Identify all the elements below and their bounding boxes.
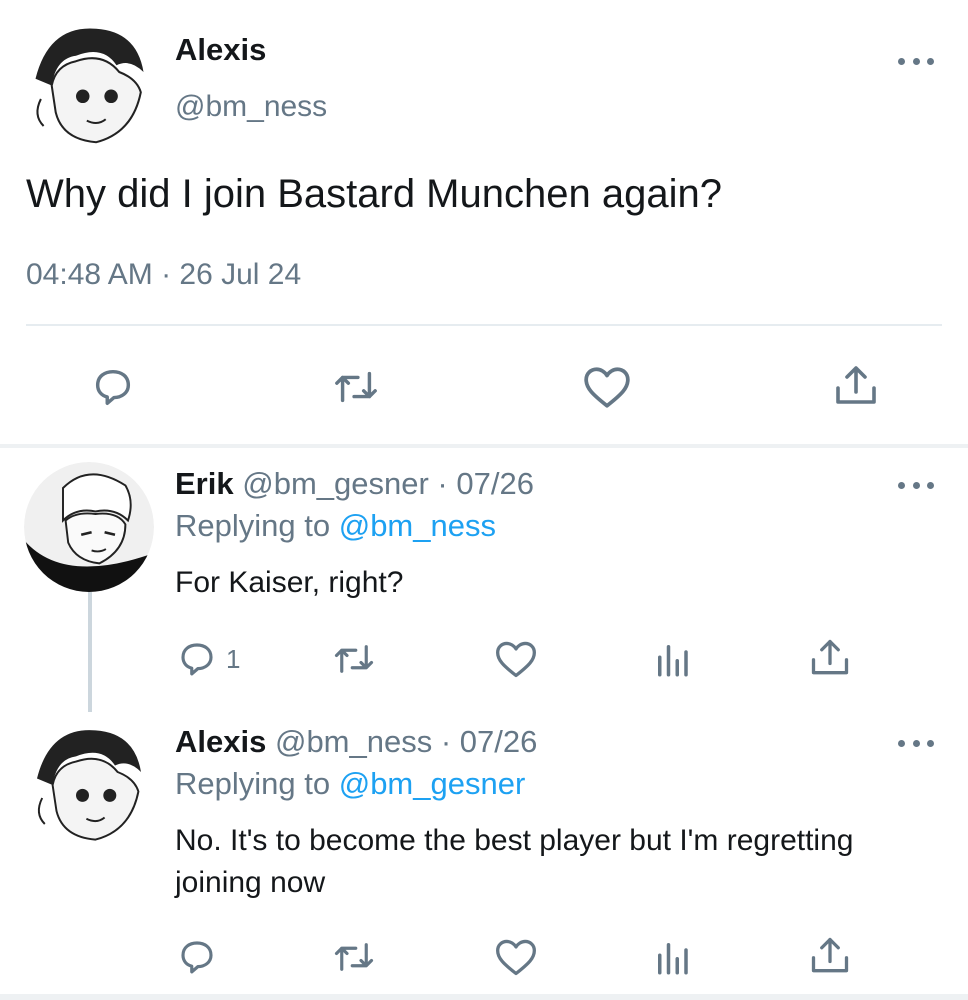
reply-tweet[interactable]: Alexis @bm_ness · 07/26 Replying to @bm_… [0,710,968,994]
like-icon[interactable] [582,364,632,410]
more-options-icon[interactable] [898,54,934,68]
avatar[interactable] [24,462,154,592]
share-icon[interactable] [808,636,852,680]
retweet-icon[interactable] [330,364,382,410]
bottom-divider [0,994,968,1000]
analytics-icon[interactable] [652,638,692,680]
avatar[interactable] [22,18,157,153]
reply-text: For Kaiser, right? [175,566,404,599]
reply-header: Alexis @bm_ness · 07/26 [175,724,537,760]
replying-to-link[interactable]: @bm_ness [339,508,496,543]
share-icon[interactable] [832,362,880,410]
author-handle[interactable]: @bm_ness [275,724,432,759]
more-options-icon[interactable] [898,478,934,492]
replying-prefix: Replying to [175,766,331,801]
like-icon[interactable] [494,638,538,680]
reply-date[interactable]: · 07/26 [441,724,538,759]
divider [26,324,942,326]
replying-to: Replying to @bm_ness [175,508,496,544]
like-icon[interactable] [494,936,538,978]
reply-icon[interactable] [176,638,218,680]
author-handle[interactable]: @bm_ness [175,90,327,124]
replying-to: Replying to @bm_gesner [175,766,525,802]
reply-icon[interactable] [176,936,218,978]
reply-tweet[interactable]: Erik @bm_gesner · 07/26 Replying to @bm_… [0,448,968,710]
author-name[interactable]: Alexis [175,724,266,759]
reply-header: Erik @bm_gesner · 07/26 [175,466,534,502]
tweet-text: Why did I join Bastard Munchen again? [26,172,722,216]
author-name[interactable]: Alexis [175,32,266,68]
thread-line [88,592,92,712]
tweet-timestamp[interactable]: 04:48 AM · 26 Jul 24 [26,258,301,292]
replying-to-link[interactable]: @bm_gesner [339,766,526,801]
main-tweet: Alexis @bm_ness Why did I join Bastard M… [0,0,968,448]
reply-button[interactable]: 1 [176,638,240,680]
reply-date[interactable]: · 07/26 [437,466,534,501]
share-icon[interactable] [808,934,852,978]
reply-icon[interactable] [90,364,136,410]
replying-prefix: Replying to [175,508,331,543]
reply-count: 1 [226,643,241,674]
author-name[interactable]: Erik [175,466,234,501]
retweet-icon[interactable] [330,936,378,978]
more-options-icon[interactable] [898,736,934,750]
reply-text: No. It's to become the best player but I… [175,824,854,899]
analytics-icon[interactable] [652,936,692,978]
avatar[interactable] [24,720,154,850]
retweet-icon[interactable] [330,638,378,680]
author-handle[interactable]: @bm_gesner [242,466,429,501]
